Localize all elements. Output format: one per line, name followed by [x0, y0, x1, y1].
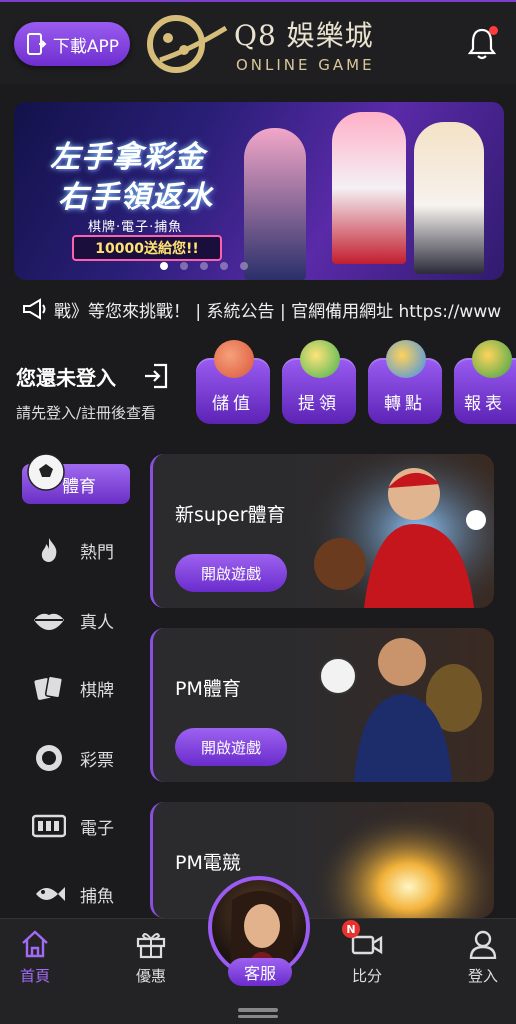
deposit-button[interactable]: 儲值	[196, 340, 270, 424]
nav-label: 首頁	[19, 967, 50, 985]
category-lottery[interactable]: 彩票	[26, 738, 136, 778]
banner-promo-box: 10000送給您!!	[72, 235, 222, 261]
category-label: 捕魚	[80, 886, 114, 907]
banner-dot[interactable]	[220, 262, 228, 270]
home-indicator-line	[238, 1015, 278, 1018]
home-icon	[22, 930, 48, 958]
banner-dot[interactable]	[160, 262, 168, 270]
q8-logo-mark	[147, 15, 228, 73]
category-slots[interactable]: 電子	[26, 806, 136, 846]
banner-pagination	[160, 262, 248, 270]
announcement-marquee[interactable]: 戰》等您來挑戰！ | 系統公告 | 官網備用網址 https://www	[0, 290, 516, 328]
action-label: 報表	[464, 394, 506, 414]
nav-promotions[interactable]: 優惠	[116, 929, 186, 999]
action-label: 儲值	[212, 394, 254, 414]
soccer-ball-icon	[27, 453, 65, 491]
soccer-player-art	[319, 638, 482, 782]
notification-dot	[489, 26, 498, 35]
withdraw-button[interactable]: 提領	[282, 340, 356, 424]
download-app-button[interactable]: 下載APP	[14, 22, 130, 66]
category-hot[interactable]: 熱門	[26, 530, 136, 570]
banner-headline-1: 左手拿彩金	[50, 140, 205, 175]
report-button[interactable]: 報表	[454, 340, 516, 424]
top-header: 下載APP Q8 娛樂城 ONLINE GAME	[0, 0, 516, 84]
nav-label: 優惠	[135, 967, 166, 985]
banner-dot[interactable]	[180, 262, 188, 270]
banner-character-1	[244, 128, 306, 280]
phone-download-icon	[26, 33, 47, 55]
login-hint: 請先登入/註冊後查看	[16, 404, 157, 422]
fire-icon	[41, 538, 57, 562]
game-title: 新super體育	[175, 504, 286, 526]
logo-subtitle: ONLINE GAME	[236, 56, 375, 74]
category-sports[interactable]: 體育	[22, 453, 130, 504]
report-chart-icon	[472, 340, 512, 378]
download-app-label: 下載APP	[52, 36, 120, 57]
banner-dot[interactable]	[240, 262, 248, 270]
transfer-button[interactable]: 轉點	[368, 340, 442, 424]
announcement-text: 戰》等您來挑戰！ | 系統公告 | 官網備用網址 https://www	[54, 301, 502, 322]
lottery-ball-icon	[36, 745, 62, 771]
user-icon	[469, 930, 497, 959]
lips-icon	[34, 613, 64, 630]
promo-banner[interactable]: 左手拿彩金 右手領返水 棋牌·電子·捕魚 10000送給您!!	[14, 102, 504, 280]
megaphone-icon	[23, 298, 46, 320]
esports-glow-art	[304, 802, 494, 918]
baseball-player-art	[304, 454, 494, 608]
nav-label: 登入	[467, 967, 498, 985]
game-card[interactable]: 新super體育 開啟遊戲	[150, 454, 494, 608]
fish-icon	[36, 887, 65, 901]
login-status-title[interactable]: 您還未登入	[16, 362, 116, 391]
piggy-bank-icon	[214, 340, 254, 378]
open-game-button[interactable]: 開啟遊戲	[175, 728, 287, 766]
gift-icon	[136, 933, 166, 959]
slot-machine-icon	[32, 814, 66, 838]
category-label: 體育	[62, 476, 96, 497]
notification-button[interactable]	[466, 26, 500, 62]
category-label: 彩票	[80, 750, 114, 771]
game-title: PM體育	[175, 678, 241, 700]
game-card[interactable]: PM體育 開啟遊戲	[150, 628, 494, 782]
cards-icon	[34, 675, 64, 700]
category-label: 棋牌	[80, 680, 114, 701]
banner-headline-2: 右手領返水	[58, 180, 213, 215]
banner-dot[interactable]	[200, 262, 208, 270]
new-badge: N	[342, 920, 360, 938]
action-label: 提領	[298, 394, 340, 414]
nav-label: 比分	[351, 967, 382, 985]
home-indicator	[238, 1008, 278, 1012]
category-live[interactable]: 真人	[26, 600, 136, 640]
money-bag-icon	[300, 340, 340, 378]
category-label: 電子	[80, 818, 114, 839]
brand-logo[interactable]: Q8 娛樂城 ONLINE GAME	[140, 8, 380, 80]
customer-service-label[interactable]: 客服	[228, 958, 292, 986]
category-fishing[interactable]: 捕魚	[26, 874, 136, 914]
category-cards[interactable]: 棋牌	[26, 668, 136, 708]
banner-character-2	[332, 112, 406, 264]
banner-tags: 棋牌·電子·捕魚	[88, 220, 183, 235]
login-arrow-icon[interactable]	[142, 362, 170, 390]
action-label: 轉點	[384, 394, 426, 414]
nav-home[interactable]: 首頁	[0, 929, 70, 999]
coin-exchange-icon	[386, 340, 426, 378]
logo-title: Q8 娛樂城	[234, 19, 374, 52]
banner-character-3	[414, 122, 484, 274]
category-label: 真人	[80, 612, 114, 633]
nav-login[interactable]: 登入	[448, 929, 516, 999]
category-label: 熱門	[80, 542, 114, 563]
game-card[interactable]: PM電競	[150, 802, 494, 918]
nav-scores[interactable]: 比分	[332, 929, 402, 999]
game-title: PM電競	[175, 852, 241, 874]
open-game-button[interactable]: 開啟遊戲	[175, 554, 287, 592]
